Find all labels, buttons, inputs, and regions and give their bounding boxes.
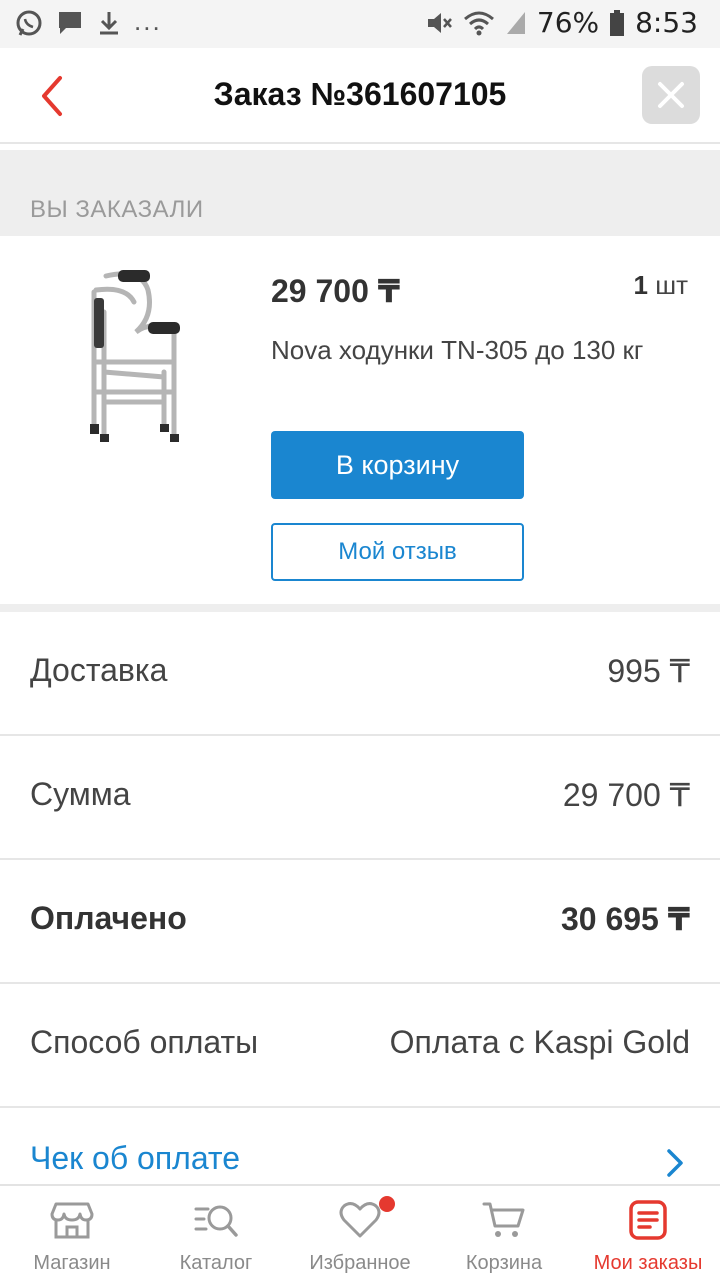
- battery-icon: [610, 9, 625, 36]
- payment-method-label: Способ оплаты: [30, 1024, 259, 1060]
- product-quantity: 1 шт: [634, 270, 688, 301]
- delivery-value: 995 ₸: [607, 653, 690, 689]
- nav-label-catalog: Каталог: [179, 1252, 253, 1274]
- nav-store[interactable]: Магазин: [0, 1186, 144, 1280]
- my-review-button[interactable]: Мой отзыв: [271, 523, 524, 581]
- mute-icon: [427, 12, 452, 33]
- close-icon: [658, 82, 684, 108]
- signal-icon: [506, 11, 525, 34]
- page-title: Заказ №361607105: [213, 76, 507, 112]
- heart-icon: [339, 1202, 381, 1238]
- nav-label-cart: Корзина: [465, 1252, 543, 1274]
- nav-cart[interactable]: Корзина: [432, 1186, 576, 1280]
- cart-icon: [482, 1202, 525, 1237]
- quantity-unit: шт: [655, 270, 688, 300]
- section-label: ВЫ ЗАКАЗАЛИ: [30, 196, 204, 223]
- orders-icon: [629, 1200, 667, 1240]
- product-image[interactable]: [66, 262, 206, 442]
- product-price: 29 700 ₸: [271, 273, 401, 309]
- whatsapp-icon: [16, 10, 42, 36]
- product-card: 29 700 ₸ 1 шт Nova ходунки TN-305 до 130…: [0, 236, 720, 604]
- sum-label: Сумма: [30, 776, 131, 812]
- product-name[interactable]: Nova ходунки TN-305 до 130 кг: [271, 334, 651, 367]
- chevron-right-icon[interactable]: [664, 1148, 686, 1178]
- status-bar: ... 76% 8:53: [0, 0, 720, 48]
- close-button[interactable]: [642, 66, 700, 124]
- catalog-search-icon: [194, 1205, 238, 1237]
- nav-catalog[interactable]: Каталог: [144, 1186, 288, 1280]
- sum-value: 29 700 ₸: [562, 777, 690, 813]
- header: Заказ №361607105: [0, 48, 720, 144]
- favorites-badge: [379, 1196, 395, 1212]
- section-divider: [0, 604, 720, 612]
- sum-row: Сумма 29 700 ₸: [0, 736, 720, 860]
- nav-favorites[interactable]: Избранное: [288, 1186, 432, 1280]
- nav-label-favorites: Избранное: [309, 1252, 411, 1274]
- delivery-row: Доставка 995 ₸: [0, 612, 720, 736]
- quantity-number: 1: [633, 270, 648, 300]
- store-icon: [50, 1202, 94, 1239]
- battery-percent: 76%: [536, 6, 600, 39]
- ordered-section-header: ВЫ ЗАКАЗАЛИ: [0, 150, 720, 236]
- nav-my-orders[interactable]: Мои заказы: [576, 1186, 720, 1280]
- delivery-label: Доставка: [30, 652, 168, 688]
- more-notifications: ...: [134, 5, 162, 36]
- message-icon: [59, 12, 81, 34]
- wifi-icon: [463, 11, 494, 35]
- nav-label-my-orders: Мои заказы: [593, 1252, 703, 1274]
- nav-label-store: Магазин: [33, 1252, 111, 1274]
- payment-method-row: Способ оплаты Оплата с Kaspi Gold: [0, 984, 720, 1108]
- clock: 8:53: [635, 6, 698, 39]
- add-to-cart-button[interactable]: В корзину: [271, 431, 524, 499]
- paid-row: Оплачено 30 695 ₸: [0, 860, 720, 984]
- bottom-navigation: Магазин Каталог Избранное Корзина Мои за…: [0, 1184, 720, 1280]
- paid-label: Оплачено: [30, 900, 187, 936]
- paid-value: 30 695 ₸: [560, 901, 690, 937]
- payment-method-value: Оплата с Kaspi Gold: [389, 1024, 690, 1060]
- download-icon: [100, 12, 118, 35]
- receipt-link[interactable]: Чек об оплате: [30, 1140, 240, 1177]
